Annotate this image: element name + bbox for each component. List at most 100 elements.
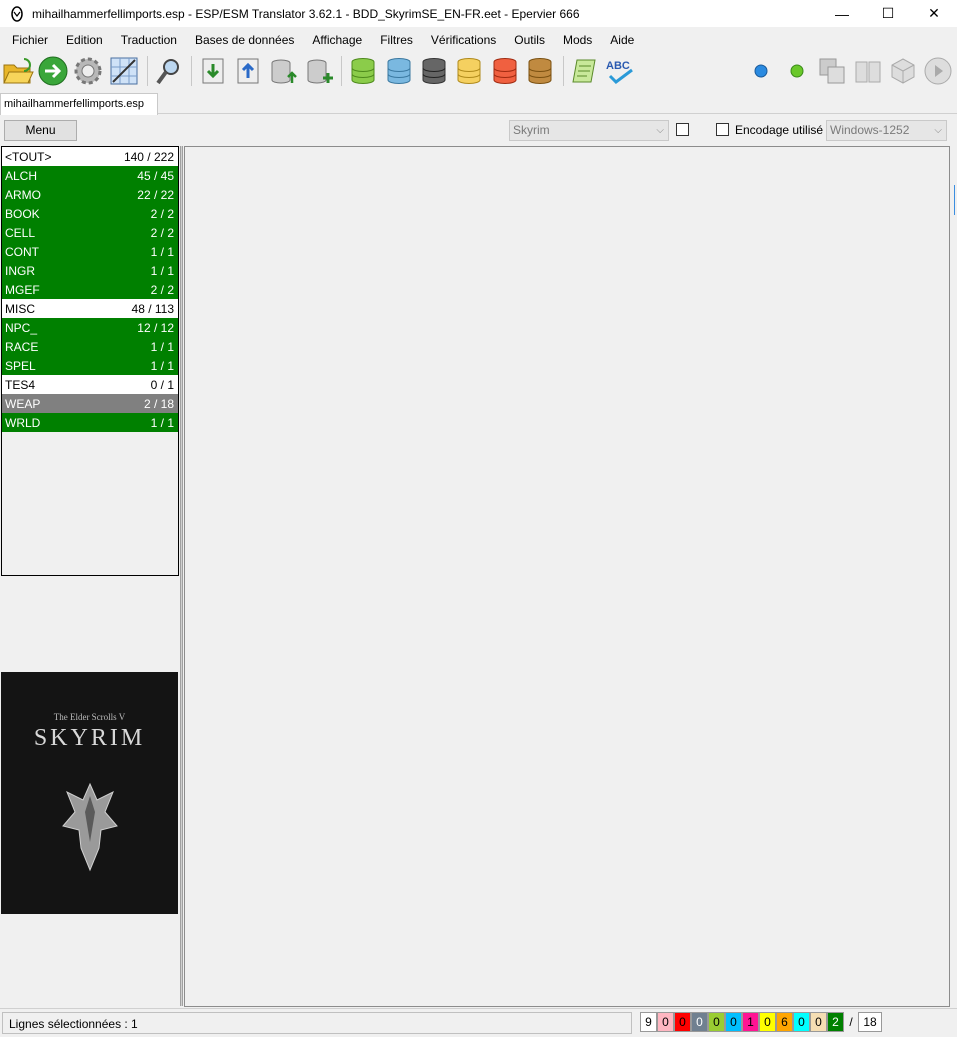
record-type-name: WRLD: [5, 415, 41, 430]
script-icon[interactable]: [568, 54, 601, 88]
list-item[interactable]: BOOK 2 / 2: [2, 204, 178, 223]
status-selected-lines: Lignes sélectionnées : 1: [2, 1012, 632, 1034]
list-item[interactable]: INGR 1 / 1: [2, 261, 178, 280]
cube-icon[interactable]: [886, 54, 919, 88]
db-blue-icon[interactable]: [382, 54, 415, 88]
minimize-button[interactable]: —: [819, 0, 865, 27]
cover-title: SKYRIM: [33, 725, 146, 751]
close-button[interactable]: ✕: [911, 0, 957, 27]
checkbox[interactable]: [676, 123, 689, 136]
main-content-panel[interactable]: [184, 146, 950, 1007]
db-green-icon[interactable]: [346, 54, 379, 88]
db-add-icon[interactable]: [302, 54, 335, 88]
record-type-count: 1 / 1: [150, 339, 174, 354]
menu-outils[interactable]: Outils: [505, 33, 554, 47]
record-type-count: 45 / 45: [137, 168, 174, 183]
status-counter: 0: [674, 1012, 691, 1032]
forward-arrow-icon[interactable]: [36, 54, 69, 88]
status-counter: 0: [725, 1012, 742, 1032]
menu-traduction[interactable]: Traduction: [112, 33, 186, 47]
panel-splitter[interactable]: [180, 146, 183, 1006]
list-item[interactable]: ALCH 45 / 45: [2, 166, 178, 185]
compare-icon[interactable]: [815, 54, 848, 88]
export-icon[interactable]: [231, 54, 264, 88]
db-yellow-icon[interactable]: [453, 54, 486, 88]
open-folder-icon[interactable]: [1, 54, 34, 88]
menu-bases-de-donnees[interactable]: Bases de données: [186, 33, 303, 47]
list-item[interactable]: CONT 1 / 1: [2, 242, 178, 261]
search-tool-icon[interactable]: [152, 54, 185, 88]
tab-file[interactable]: mihailhammerfellimports.esp: [0, 93, 158, 115]
grid-icon[interactable]: [107, 54, 140, 88]
record-type-list: <TOUT> 140 / 222 ALCH 45 / 45 ARMO 22 / 22 BOO…: [1, 146, 179, 576]
menu-bar: Fichier Edition Traduction Bases de donn…: [0, 30, 957, 50]
blue-dot-icon[interactable]: [745, 54, 778, 88]
list-item[interactable]: RACE 1 / 1: [2, 337, 178, 356]
chevron-down-icon: ⌵: [934, 125, 942, 136]
status-counter: 0: [793, 1012, 810, 1032]
book-icon[interactable]: [851, 54, 884, 88]
list-item[interactable]: MISC 48 / 113: [2, 299, 178, 318]
record-type-name: CONT: [5, 244, 39, 259]
green-dot-icon[interactable]: [780, 54, 813, 88]
status-counter: 0: [810, 1012, 827, 1032]
maximize-button[interactable]: ☐: [865, 0, 911, 27]
status-counter: 9: [640, 1012, 657, 1032]
record-type-count: 2 / 18: [143, 396, 174, 411]
list-item[interactable]: ARMO 22 / 22: [2, 185, 178, 204]
import-icon[interactable]: [196, 54, 229, 88]
window-title: mihailhammerfellimports.esp - ESP/ESM Tr…: [32, 6, 580, 21]
list-item[interactable]: WEAP 2 / 18: [2, 394, 178, 413]
list-item[interactable]: WRLD 1 / 1: [2, 413, 178, 432]
menu-affichage[interactable]: Affichage: [303, 33, 371, 47]
record-type-count: 0 / 1: [150, 377, 174, 392]
menu-button[interactable]: Menu: [4, 120, 77, 141]
record-type-name: ALCH: [5, 168, 38, 183]
gear-icon[interactable]: [72, 54, 105, 88]
record-type-name: CELL: [5, 225, 36, 240]
record-type-count: 2 / 2: [150, 282, 174, 297]
list-item[interactable]: SPEL 1 / 1: [2, 356, 178, 375]
menu-mods[interactable]: Mods: [554, 33, 601, 47]
play-icon[interactable]: [922, 54, 955, 88]
db-upload-icon[interactable]: [267, 54, 300, 88]
list-item[interactable]: MGEF 2 / 2: [2, 280, 178, 299]
record-type-count: 2 / 2: [150, 206, 174, 221]
status-counters: 9 0 0 0 0 0 1 0 6 0 0 2/18: [640, 1012, 882, 1032]
game-select[interactable]: Skyrim ⌵: [509, 120, 669, 141]
record-type-name: NPC_: [5, 320, 38, 335]
record-type-name: MGEF: [5, 282, 40, 297]
toolbar-separator: [341, 56, 343, 86]
toolbar: ABC: [0, 52, 957, 90]
encoding-checkbox[interactable]: [716, 123, 729, 136]
record-type-name: MISC: [5, 301, 35, 316]
svg-text:ABC: ABC: [606, 60, 630, 72]
record-type-count: 140 / 222: [123, 149, 174, 164]
status-bar: Lignes sélectionnées : 1 9 0 0 0 0 0 1 0 6 0 0 2/18: [0, 1008, 957, 1037]
menu-filtres[interactable]: Filtres: [371, 33, 422, 47]
spellcheck-icon[interactable]: ABC: [603, 54, 636, 88]
list-item[interactable]: CELL 2 / 2: [2, 223, 178, 242]
status-counter: 0: [759, 1012, 776, 1032]
menu-edition[interactable]: Edition: [57, 33, 112, 47]
list-item[interactable]: TES4 0 / 1: [2, 375, 178, 394]
list-item[interactable]: <TOUT> 140 / 222: [2, 147, 178, 166]
db-red-icon[interactable]: [488, 54, 521, 88]
game-select-value: Skyrim: [513, 123, 550, 137]
status-counter: 0: [691, 1012, 708, 1032]
list-item[interactable]: NPC_ 12 / 12: [2, 318, 178, 337]
menu-aide[interactable]: Aide: [601, 33, 643, 47]
status-label: Lignes sélectionnées :: [9, 1017, 128, 1031]
db-black-icon[interactable]: [417, 54, 450, 88]
record-type-count: 1 / 1: [150, 263, 174, 278]
counter-separator: /: [849, 1015, 853, 1029]
status-counter: 0: [657, 1012, 674, 1032]
skyrim-cover-image: The Elder Scrolls V SKYRIM: [1, 672, 178, 914]
db-brown-icon[interactable]: [523, 54, 556, 88]
title-bar: mihailhammerfellimports.esp - ESP/ESM Tr…: [0, 0, 957, 27]
record-type-count: 1 / 1: [150, 415, 174, 430]
toolbar-separator: [190, 56, 192, 86]
menu-fichier[interactable]: Fichier: [3, 33, 57, 47]
menu-verifications[interactable]: Vérifications: [422, 33, 505, 47]
encoding-select[interactable]: Windows-1252 ⌵: [826, 120, 947, 141]
